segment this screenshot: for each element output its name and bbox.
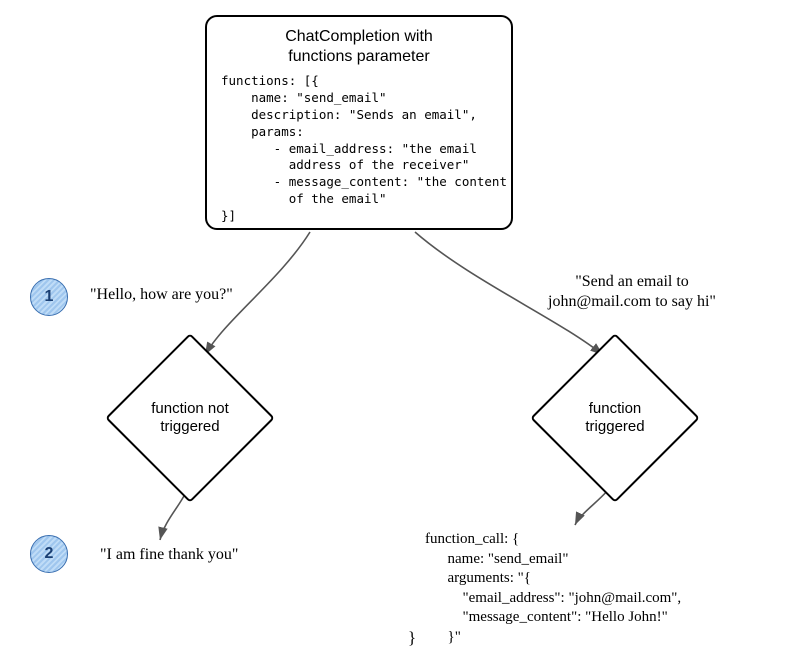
title-line2: functions parameter [288, 48, 429, 65]
right-decision-line1: function [589, 400, 642, 417]
chatcompletion-code: functions: [{ name: "send_email" descrip… [221, 73, 497, 225]
step-badge-2-number: 2 [45, 545, 54, 563]
title-line1: ChatCompletion with [285, 28, 433, 45]
step-badge-1-number: 1 [45, 288, 54, 306]
right-query-line2: john@mail.com to say hi" [548, 293, 716, 310]
right-decision-line2: triggered [585, 418, 644, 435]
chatcompletion-box: ChatCompletion with functions parameter … [205, 15, 513, 230]
chatcompletion-title: ChatCompletion with functions parameter [221, 27, 497, 67]
right-output-text: function_call: { name: "send_email" argu… [425, 530, 785, 647]
left-answer-text: "I am fine thank you" [100, 545, 360, 565]
step-badge-2: 2 [30, 535, 68, 573]
left-decision-label: function not triggered [130, 400, 250, 436]
left-decision-diamond: function not triggered [130, 358, 250, 478]
closing-brace: } [408, 628, 416, 648]
right-query-text: "Send an email to john@mail.com to say h… [512, 272, 752, 312]
left-query-text: "Hello, how are you?" [90, 285, 310, 305]
left-decision-line1: function not [151, 400, 229, 417]
right-decision-label: function triggered [555, 400, 675, 436]
step-badge-1: 1 [30, 278, 68, 316]
right-decision-diamond: function triggered [555, 358, 675, 478]
right-query-line1: "Send an email to [575, 273, 689, 290]
left-decision-line2: triggered [160, 418, 219, 435]
